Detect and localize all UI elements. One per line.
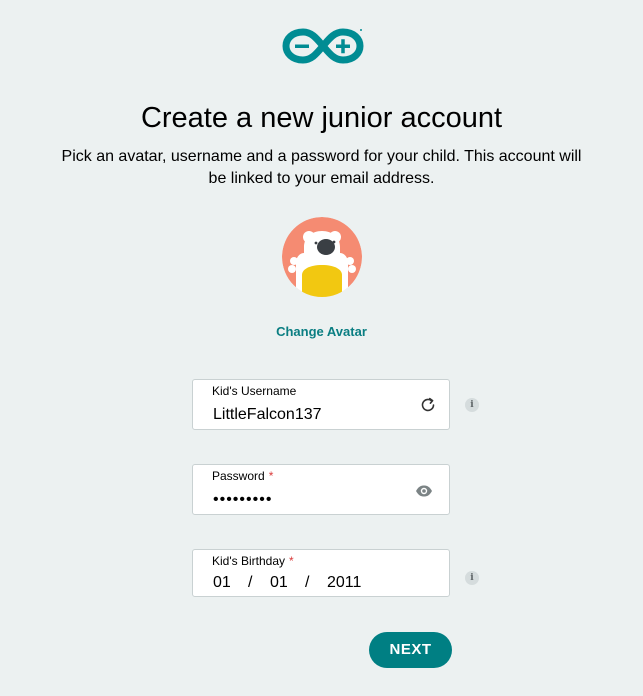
username-info-icon[interactable]: i xyxy=(465,398,479,412)
page-subtitle: Pick an avatar, username and a password … xyxy=(61,148,582,187)
refresh-icon[interactable] xyxy=(419,396,437,414)
required-mark: * xyxy=(289,554,294,568)
birthday-separator: / xyxy=(248,574,253,591)
page-title: Create a new junior account xyxy=(140,102,503,134)
username-field[interactable]: Kid's Username LittleFalcon137 xyxy=(192,379,450,430)
password-value[interactable]: ••••••••• xyxy=(213,491,272,509)
password-field[interactable]: Password * ••••••••• xyxy=(192,464,450,515)
birthday-day[interactable]: 01 xyxy=(213,574,231,592)
birthday-separator: / xyxy=(305,574,310,591)
birthday-info-icon[interactable]: i xyxy=(465,571,479,585)
arduino-logo-icon xyxy=(282,28,364,64)
eye-icon[interactable] xyxy=(415,482,433,500)
birthday-field[interactable]: Kid's Birthday * 01 / 01 / 2011 xyxy=(192,549,450,597)
change-avatar-link[interactable]: Change Avatar xyxy=(0,324,643,339)
birthday-label: Kid's Birthday * xyxy=(212,554,294,568)
username-value[interactable]: LittleFalcon137 xyxy=(213,406,322,424)
birthday-year[interactable]: 2011 xyxy=(327,574,361,592)
next-button[interactable]: NEXT xyxy=(369,632,452,668)
required-mark: * xyxy=(268,469,274,483)
birthday-month[interactable]: 01 xyxy=(270,574,288,592)
avatar[interactable] xyxy=(282,217,362,297)
username-label: Kid's Username xyxy=(212,384,297,398)
password-label: Password * xyxy=(212,469,274,483)
